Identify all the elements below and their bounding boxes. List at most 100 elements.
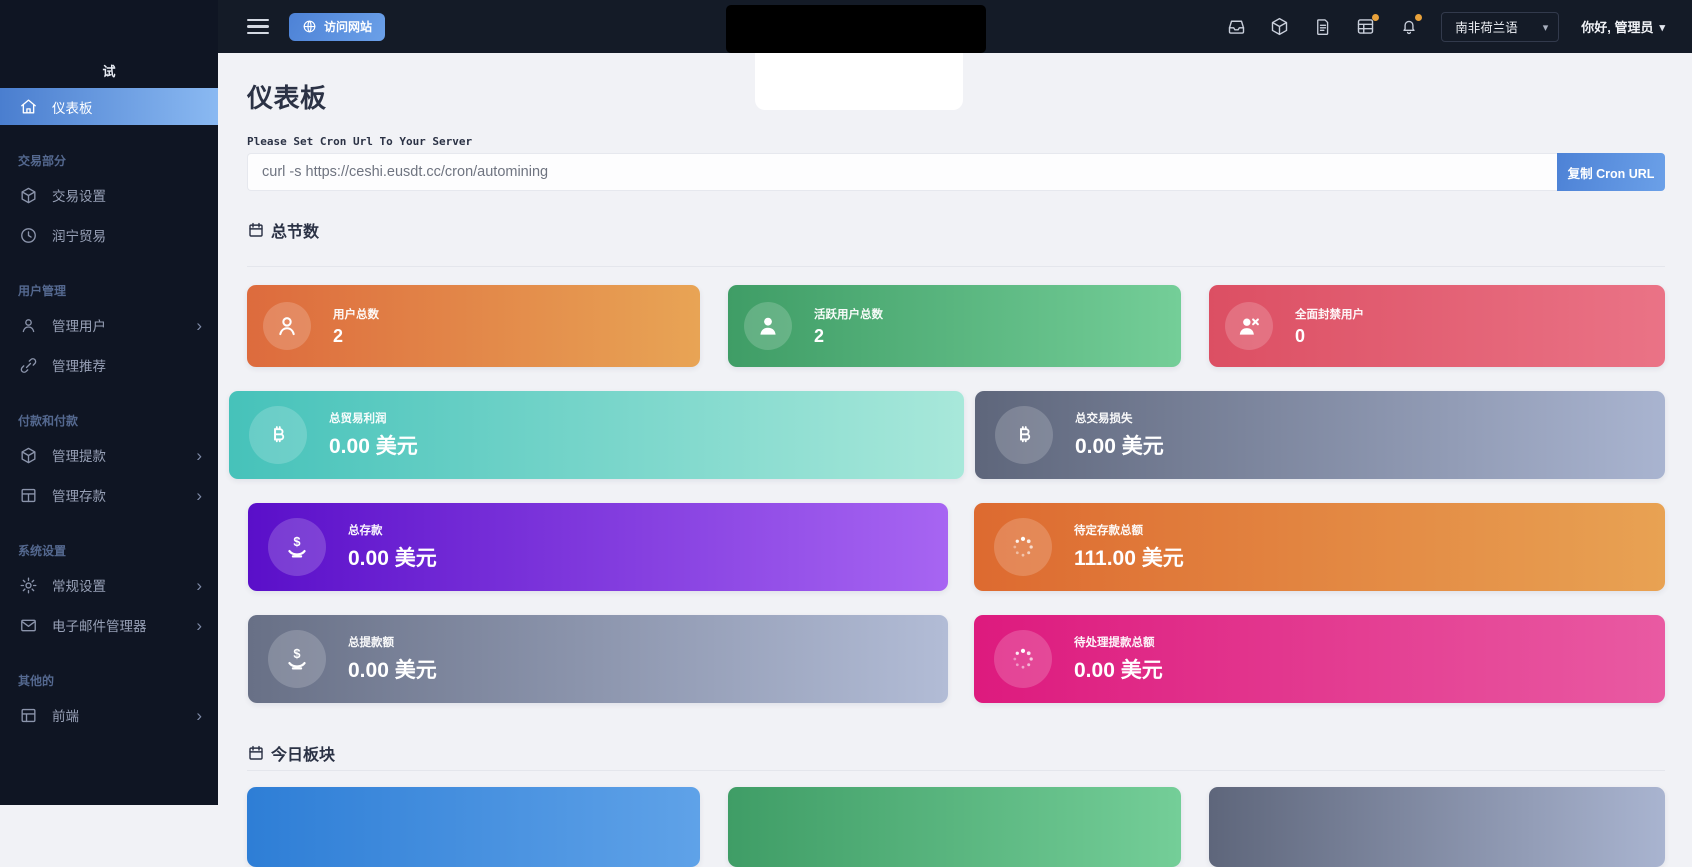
sidebar-section-trading: 交易部分 交易设置 润宁贸易 (0, 151, 218, 255)
inbox-icon[interactable] (1226, 16, 1247, 37)
banned-user-icon (1225, 302, 1273, 350)
page-title: 仪表板 (247, 78, 327, 115)
stat-value: 2 (814, 326, 883, 347)
sidebar-item-label: 仪表板 (52, 97, 202, 117)
sidebar-item-manage-deposits[interactable]: 管理存款 (0, 475, 218, 515)
sidebar-item-label: 管理存款 (52, 485, 196, 505)
calendar-icon (247, 221, 265, 239)
sidebar-item-manage-withdrawals[interactable]: 管理提款 (0, 435, 218, 475)
stat-value: 2 (333, 326, 379, 347)
sidebar-item-label: 交易设置 (52, 185, 202, 205)
notification-badge (1372, 14, 1379, 21)
sidebar-section-header: 用户管理 (0, 281, 218, 299)
sidebar-item-general-settings[interactable]: 常规设置 (0, 565, 218, 605)
stat-value: 0.00 美元 (348, 542, 437, 572)
sidebar-item-label: 管理用户 (52, 315, 196, 335)
chevron-right-icon (196, 317, 202, 334)
content: 仪表板 Please Set Cron Url To Your Server 复… (218, 53, 1692, 805)
stat-label: 活跃用户总数 (814, 306, 883, 322)
stat-card-total-trade-loss: 总交易损失 0.00 美元 (975, 391, 1665, 479)
sidebar-item-label: 电子邮件管理器 (52, 615, 196, 635)
hand-dollar-icon: $ (268, 518, 326, 576)
section-title: 总节数 (271, 218, 319, 242)
cron-hint-label: Please Set Cron Url To Your Server (247, 135, 472, 148)
sidebar-item-label: 管理提款 (52, 445, 196, 465)
visit-website-button[interactable]: 访问网站 (289, 13, 385, 41)
clock-icon (18, 225, 38, 245)
stat-card-pending-withdrawals: 待处理提款总额 0.00 美元 (974, 615, 1665, 703)
redacted-logo-overlay (726, 5, 986, 53)
calendar-icon (247, 744, 265, 762)
user-menu[interactable]: 你好, 管理员 (1581, 17, 1665, 36)
layout-icon (18, 705, 38, 725)
bitcoin-icon (995, 406, 1053, 464)
caret-down-icon (1659, 19, 1665, 34)
cube-icon[interactable] (1269, 16, 1290, 37)
language-select[interactable]: 南非荷兰语 (1441, 12, 1559, 42)
today-card (247, 787, 700, 867)
chevron-right-icon (196, 487, 202, 504)
brand-logo: 试 (0, 0, 218, 88)
sidebar-item-label: 润宁贸易 (52, 225, 202, 245)
stat-card-total-withdrawals: $ 总提款额 0.00 美元 (248, 615, 948, 703)
sidebar-item-manage-users[interactable]: 管理用户 (0, 305, 218, 345)
sidebar-item-runing-trade[interactable]: 润宁贸易 (0, 215, 218, 255)
stat-label: 总提款额 (348, 634, 437, 650)
greeting-text: 你好, 管理员 (1581, 17, 1653, 36)
stat-card-pending-deposits: 待定存款总额 111.00 美元 (974, 503, 1665, 591)
stat-card-active-users: 活跃用户总数 2 (728, 285, 1181, 367)
document-icon[interactable] (1312, 16, 1333, 37)
sidebar-section-header: 交易部分 (0, 151, 218, 169)
stat-card-total-users: 用户总数 2 (247, 285, 700, 367)
divider (247, 770, 1665, 771)
section-header-today: 今日板块 (247, 741, 335, 765)
stat-value: 0.00 美元 (329, 430, 418, 460)
stat-label: 总交易损失 (1075, 410, 1164, 426)
stat-value: 0 (1295, 326, 1364, 347)
home-icon (18, 97, 38, 117)
sidebar-item-label: 常规设置 (52, 575, 196, 595)
grid-icon[interactable] (1355, 16, 1376, 37)
chevron-right-icon (196, 577, 202, 594)
stat-card-total-deposits: $ 总存款 0.00 美元 (248, 503, 948, 591)
divider (247, 266, 1665, 267)
cron-url-row: 复制 Cron URL (247, 153, 1665, 191)
stat-label: 总贸易利润 (329, 410, 418, 426)
stat-value: 0.00 美元 (1075, 430, 1164, 460)
language-value: 南非荷兰语 (1455, 17, 1518, 36)
sidebar-section-payments: 付款和付款 管理提款 管理存款 (0, 411, 218, 515)
visit-website-label: 访问网站 (324, 18, 372, 35)
table-icon (18, 485, 38, 505)
notification-badge (1415, 14, 1422, 21)
stat-value: 111.00 美元 (1074, 542, 1184, 572)
stat-label: 总存款 (348, 522, 437, 538)
sidebar-item-label: 管理推荐 (52, 355, 202, 375)
stat-value: 0.00 美元 (348, 654, 437, 684)
stat-label: 待处理提款总额 (1074, 634, 1163, 650)
sidebar-item-frontend[interactable]: 前端 (0, 695, 218, 735)
svg-text:$: $ (293, 646, 300, 661)
chevron-right-icon (196, 707, 202, 724)
sidebar-item-trade-settings[interactable]: 交易设置 (0, 175, 218, 215)
bell-icon[interactable] (1398, 16, 1419, 37)
spinner-icon (994, 630, 1052, 688)
stat-card-total-trade-profit: 总贸易利润 0.00 美元 (229, 391, 964, 479)
sidebar-item-manage-referral[interactable]: 管理推荐 (0, 345, 218, 385)
mail-icon (18, 615, 38, 635)
cron-url-input[interactable] (247, 153, 1557, 191)
section-header-totals: 总节数 (247, 218, 319, 242)
brand-logo-text: 试 (102, 61, 115, 80)
sidebar-item-email-manager[interactable]: 电子邮件管理器 (0, 605, 218, 645)
user-icon (263, 302, 311, 350)
today-card (1209, 787, 1665, 867)
spinner-icon (994, 518, 1052, 576)
sidebar: 试 仪表板 交易部分 交易设置 润宁贸易 用户管理 管理用户 (0, 0, 218, 805)
bitcoin-icon (249, 406, 307, 464)
hamburger-menu-icon[interactable] (247, 19, 269, 34)
section-title: 今日板块 (271, 741, 335, 765)
today-card (728, 787, 1181, 867)
sidebar-section-header: 其他的 (0, 671, 218, 689)
copy-cron-url-button[interactable]: 复制 Cron URL (1557, 153, 1665, 191)
svg-text:$: $ (293, 534, 300, 549)
sidebar-item-dashboard[interactable]: 仪表板 (0, 88, 218, 125)
